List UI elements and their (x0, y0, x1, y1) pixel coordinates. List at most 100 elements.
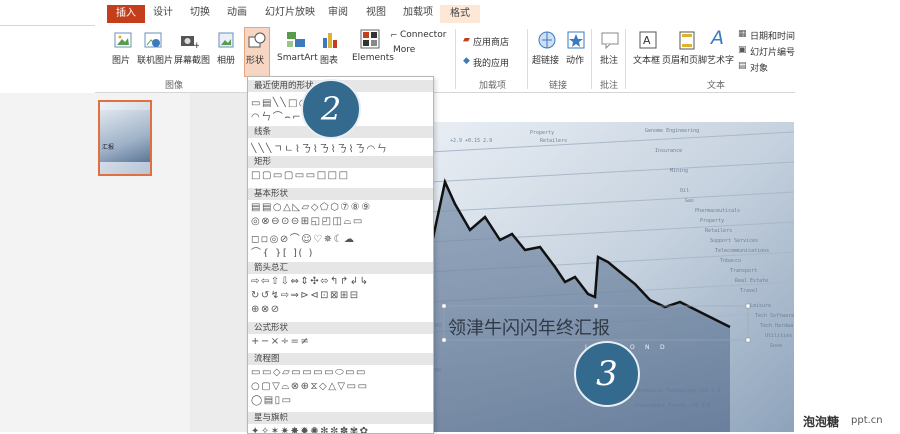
svg-text:Mining: Mining (670, 168, 688, 174)
object-button[interactable]: 对象 (750, 61, 768, 74)
svg-text:Oil: Oil (680, 188, 689, 194)
svg-text:D: D (660, 344, 665, 351)
svg-text:Property: Property (530, 130, 554, 136)
ribbon-body: 图片 联机图片 + 屏幕截图 相册 形状 SmartArt 图表 Element… (95, 25, 795, 93)
svg-text:Support Services: Support Services (710, 238, 758, 244)
datetime-button[interactable]: 日期和时间 (750, 29, 795, 42)
hyperlink-icon (538, 31, 556, 49)
svg-text:Insurance: Insurance (655, 148, 682, 154)
comment-button[interactable]: 批注 (600, 53, 618, 66)
header-footer-button[interactable]: 页眉和页脚 (662, 53, 707, 66)
smartart-icon (287, 32, 305, 47)
svg-text:Genome Engineering: Genome Engineering (645, 128, 699, 134)
tab-transitions[interactable]: 切换 (186, 6, 214, 20)
shapes-button[interactable]: 形状 (244, 27, 270, 77)
section-stars-banners: 星与旗帜 (248, 412, 433, 424)
slide-thumbnail[interactable]: 汇报 (98, 100, 152, 176)
watermark-text: 泡泡糖 (803, 415, 840, 429)
header-footer-icon (679, 31, 695, 50)
group-label-images: 图像 (165, 81, 184, 91)
online-picture-button[interactable]: 联机图片 (137, 53, 173, 66)
connector-icon: ⌐ (390, 31, 398, 41)
shape-row-basic-1[interactable]: ▤▤○△◺▱◇⬠⬡⑦⑧⑨ (251, 202, 429, 215)
shape-row-flowchart-1[interactable]: ▭▭◇▱▭▭▭▭⬭▭▭ (251, 367, 429, 380)
album-icon (218, 32, 234, 48)
section-rectangles: 矩形 (248, 156, 433, 168)
group-label-text: 文本 (707, 81, 726, 91)
wordart-button[interactable]: 艺术字 (707, 53, 734, 66)
screenshot-icon: + (181, 36, 199, 50)
tab-animations[interactable]: 动画 (223, 6, 251, 20)
screenshot-button[interactable]: 屏幕截图 (174, 53, 210, 66)
connector-button[interactable]: Connector (400, 30, 446, 40)
store-button[interactable]: 应用商店 (473, 35, 509, 48)
slide-title-textbox[interactable]: 领津牛闪闪年终汇报 (448, 314, 610, 340)
section-basic-shapes: 基本形状 (248, 188, 433, 200)
step-badge-3: 3 (574, 341, 640, 407)
online-picture-icon (144, 32, 162, 48)
album-button[interactable]: 相册 (217, 53, 235, 66)
svg-text:Leisure: Leisure (750, 303, 771, 309)
svg-text:Tobacco: Tobacco (720, 258, 741, 264)
shape-row-flowchart-3[interactable]: ◯▤▯▭ (251, 395, 429, 408)
svg-text:+2.9 +0.15 2.9: +2.9 +0.15 2.9 (450, 138, 492, 144)
tab-format[interactable]: 格式 (440, 5, 480, 23)
svg-text:Retailers: Retailers (705, 228, 732, 234)
shape-row-arrows-3[interactable]: ⊕⊗⊘ (251, 304, 429, 317)
shape-row-flowchart-2[interactable]: ○▢▽⌓⊗⊕⧖◇△▽▭▭ (251, 381, 429, 394)
chart-button[interactable]: 图表 (320, 53, 338, 66)
shape-row-rectangles[interactable]: □▢▭▢▭▭□□□ (251, 170, 429, 183)
my-apps-button[interactable]: 我的应用 (473, 56, 509, 69)
hyperlink-button[interactable]: 超链接 (532, 53, 559, 66)
svg-text:Telecommunications: Telecommunications (715, 248, 769, 254)
shape-row-equation[interactable]: +−×÷=≠ (251, 336, 429, 349)
slides-panel (0, 93, 190, 432)
svg-text:Property: Property (700, 218, 724, 224)
shape-row-arrows-2[interactable]: ↻↺↯⇨⇒⊳⊲⊡⊠⊞⊟ (251, 290, 429, 303)
slide-thumbnail-image (100, 110, 150, 162)
shapes-icon (248, 32, 266, 48)
svg-text:Tech Hardware: Tech Hardware (760, 323, 794, 329)
my-apps-icon: ◆ (463, 56, 470, 66)
shape-row-basic-3[interactable]: ◻◽◎⊘⌒☺♡✵☾☁ (251, 230, 429, 243)
tab-review[interactable]: 审阅 (324, 6, 352, 20)
tab-view[interactable]: 视图 (362, 6, 390, 20)
tab-slideshow[interactable]: 幻灯片放映 (261, 6, 319, 20)
shape-row-basic-4[interactable]: ⌒{ }[ ]( ) (251, 244, 429, 257)
smartart-button[interactable]: SmartArt (277, 53, 318, 63)
picture-button[interactable]: 图片 (112, 53, 130, 66)
svg-text:Tech Software: Tech Software (755, 313, 794, 319)
shape-row-arrows-1[interactable]: ⇨⇦⇧⇩⇔⇕✣⬄↰↱↲↳ (251, 276, 429, 289)
svg-text:Travel: Travel (740, 288, 758, 294)
textbox-button[interactable]: 文本框 (633, 53, 660, 66)
tab-addins[interactable]: 加载项 (399, 6, 437, 20)
ribbon-tab-bar: 插入 设计 切换 动画 幻灯片放映 审阅 视图 加载项 格式 (0, 0, 795, 26)
step-badge-2: 2 (301, 79, 361, 139)
watermark-domain: ppt.cn (851, 415, 883, 426)
action-icon (567, 31, 585, 49)
group-label-links: 链接 (549, 81, 568, 91)
svg-text:O: O (630, 344, 635, 351)
svg-text:Retailers: Retailers (540, 138, 567, 144)
tab-design[interactable]: 设计 (149, 6, 177, 20)
tab-insert[interactable]: 插入 (107, 5, 145, 23)
shape-row-stars[interactable]: ✦✧✶✷✸✹✺✻✼✽✾✿ (251, 426, 429, 433)
object-icon: ▤ (738, 61, 747, 71)
action-button[interactable]: 动作 (566, 53, 584, 66)
svg-text:Utilities: Utilities (765, 333, 792, 339)
store-icon: ▰ (463, 35, 470, 45)
elements-button[interactable]: Elements (352, 53, 394, 63)
section-flowchart: 流程图 (248, 353, 433, 365)
svg-text:Gove: Gove (770, 343, 782, 349)
textbox-icon: A (639, 31, 657, 49)
slide-number-button[interactable]: 幻灯片编号 (750, 45, 795, 58)
svg-text:Pharmaceuticals: Pharmaceuticals (695, 208, 740, 214)
more-button[interactable]: More (393, 45, 415, 55)
slide-number-icon: ▣ (738, 45, 747, 55)
shape-row-basic-2[interactable]: ◎⊗⊖⊙⊝⊞◱◰◫⌓▭ (251, 216, 429, 229)
svg-text:+: + (193, 41, 199, 50)
svg-text:N: N (645, 344, 650, 351)
shape-row-lines[interactable]: ╲╲╲ㄱㄴ⌇ㄋ⌇ㄋ⌇ㄋ⌇ㄋ◠ㄣ (251, 140, 429, 153)
chart-icon (323, 33, 337, 48)
group-label-comments: 批注 (600, 81, 619, 91)
